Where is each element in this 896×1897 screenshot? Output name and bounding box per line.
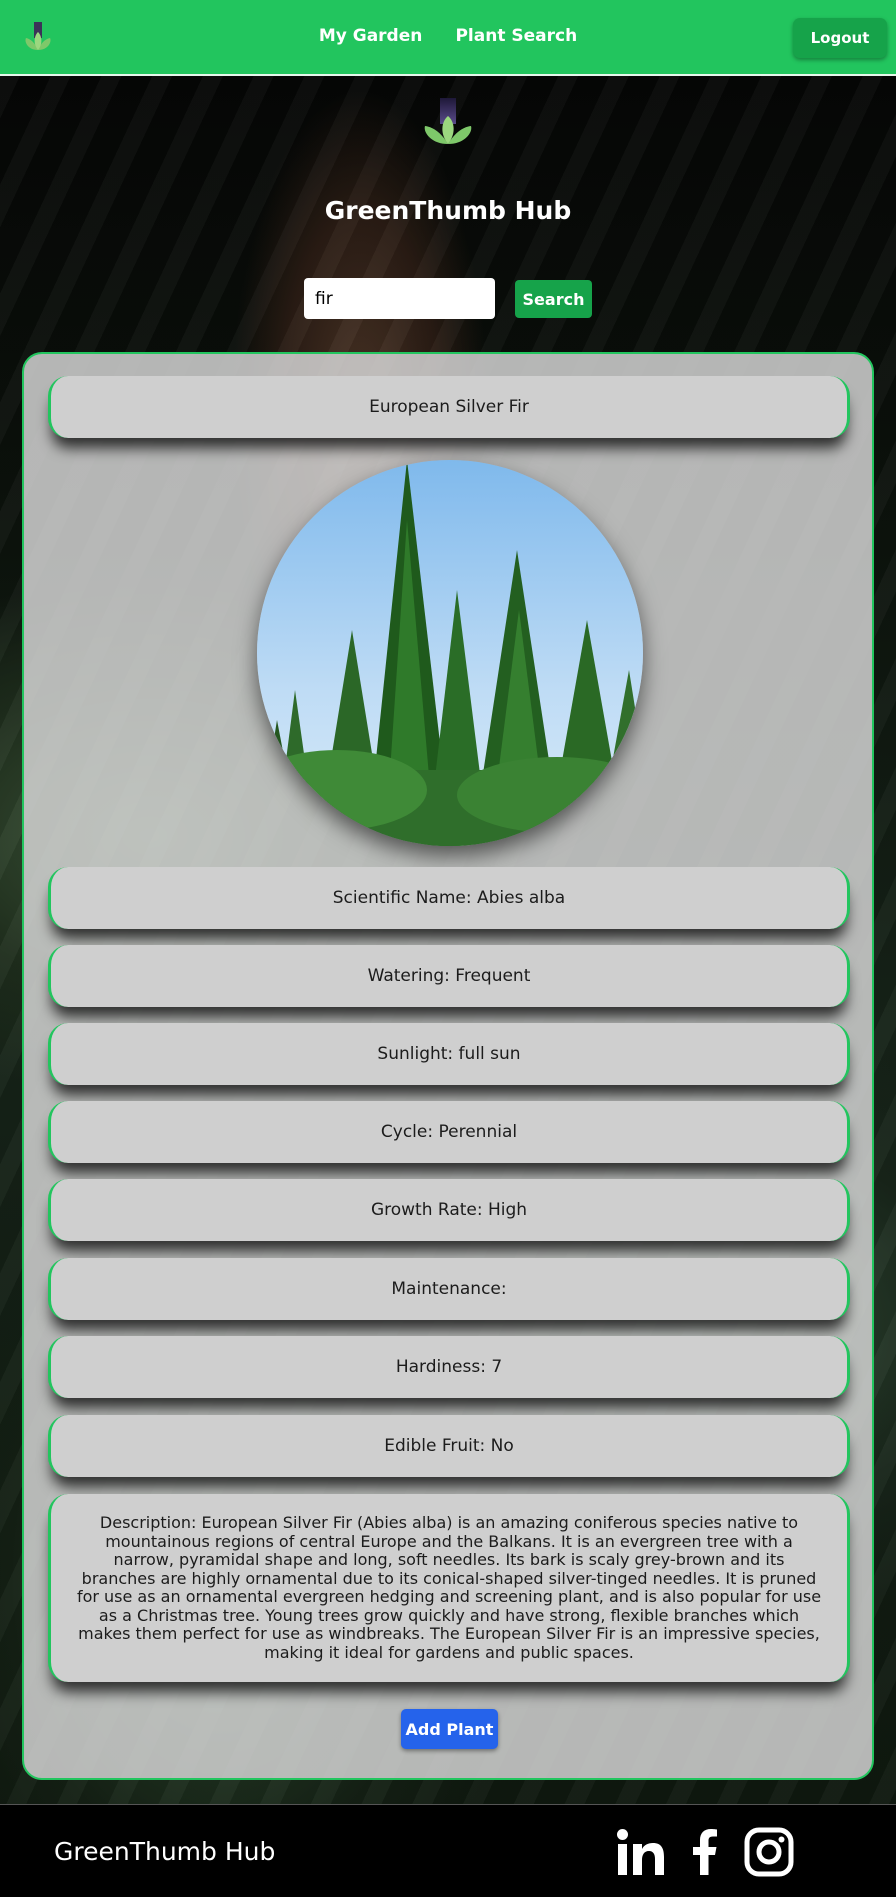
footer-title: GreenThumb Hub bbox=[54, 1837, 276, 1866]
fir-tree-photo bbox=[257, 460, 643, 846]
plant-image bbox=[257, 460, 643, 846]
facebook-icon[interactable] bbox=[680, 1827, 730, 1877]
top-navbar: My Garden Plant Search Logout bbox=[0, 0, 896, 76]
add-plant-button[interactable]: Add Plant bbox=[401, 1709, 498, 1749]
plant-field: Scientific Name: Abies alba bbox=[48, 867, 850, 929]
plant-result-card: European Silver Fir Scientific Name: Abi… bbox=[22, 352, 874, 1780]
nav-my-garden[interactable]: My Garden bbox=[319, 26, 423, 46]
search-input[interactable] bbox=[304, 278, 495, 319]
plant-field: Growth Rate: High bbox=[48, 1179, 850, 1241]
plant-field: Sunlight: full sun bbox=[48, 1023, 850, 1085]
plant-common-name: European Silver Fir bbox=[48, 376, 850, 438]
linkedin-icon[interactable] bbox=[616, 1827, 666, 1877]
plant-field: Cycle: Perennial bbox=[48, 1101, 850, 1163]
logout-button[interactable]: Logout bbox=[793, 18, 887, 58]
main-nav: My Garden Plant Search bbox=[0, 26, 896, 46]
plant-field: Maintenance: bbox=[48, 1258, 850, 1320]
footer: GreenThumb Hub bbox=[0, 1804, 896, 1897]
search-button[interactable]: Search bbox=[515, 280, 592, 318]
plant-field: Edible Fruit: No bbox=[48, 1415, 850, 1477]
plant-field: Watering: Frequent bbox=[48, 945, 850, 1007]
nav-plant-search[interactable]: Plant Search bbox=[455, 26, 577, 46]
page-title: GreenThumb Hub bbox=[324, 196, 572, 225]
plant-description: Description: European Silver Fir (Abies … bbox=[48, 1494, 850, 1682]
plant-field: Hardiness: 7 bbox=[48, 1336, 850, 1398]
instagram-icon[interactable] bbox=[744, 1827, 794, 1877]
lotus-icon bbox=[424, 98, 472, 144]
